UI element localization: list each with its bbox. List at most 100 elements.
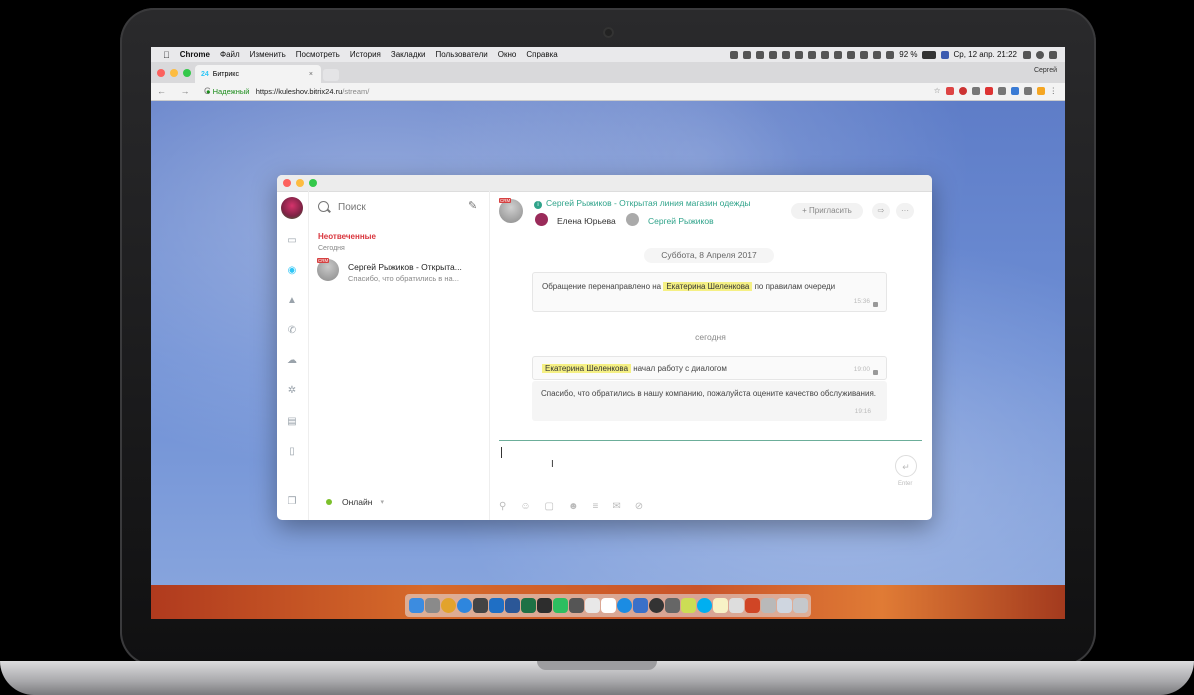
status-icon[interactable] (808, 50, 817, 59)
menu-edit[interactable]: Изменить (250, 50, 286, 59)
notes-icon[interactable] (712, 598, 728, 613)
status-icon[interactable] (743, 50, 752, 59)
app-icon[interactable] (680, 598, 696, 613)
phone-icon[interactable]: ✆ (286, 325, 298, 337)
transfer-icon[interactable]: ⇨ (872, 203, 890, 219)
menu-users[interactable]: Пользователи (436, 50, 488, 59)
menu-app-name[interactable]: Chrome (180, 50, 210, 59)
operator-mention[interactable]: Екатерина Шеленкова (663, 282, 753, 291)
app-icon[interactable] (648, 598, 664, 613)
safari-icon[interactable] (456, 598, 472, 613)
notification-center-icon[interactable] (1049, 50, 1057, 59)
extension-icon[interactable] (1010, 86, 1019, 95)
minimize-window-button[interactable] (170, 69, 178, 77)
wifi-icon[interactable] (860, 50, 869, 59)
app-icon[interactable] (472, 598, 488, 613)
bell-icon[interactable]: ▲ (286, 295, 298, 307)
more-icon[interactable]: ··· (896, 203, 914, 219)
battery-icon[interactable] (921, 50, 936, 59)
status-icon[interactable] (769, 50, 778, 59)
app-icon[interactable] (632, 598, 648, 613)
skype-icon[interactable] (696, 598, 712, 613)
battery-percent[interactable]: 92 % (899, 50, 917, 59)
excel-icon[interactable] (520, 598, 536, 613)
member-avatar[interactable] (626, 213, 639, 226)
extension-icon[interactable] (1023, 86, 1032, 95)
display-icon[interactable] (886, 50, 895, 59)
calendar-icon[interactable] (600, 598, 616, 613)
open-lines-icon[interactable]: ◉ (286, 265, 298, 277)
chat-icon[interactable]: ▭ (286, 235, 298, 247)
app-icon[interactable] (728, 598, 744, 613)
menu-help[interactable]: Справка (526, 50, 557, 59)
status-icon[interactable] (795, 50, 804, 59)
spotlight-icon[interactable] (1023, 50, 1031, 59)
close-window-button[interactable] (157, 69, 165, 77)
itunes-icon[interactable] (584, 598, 600, 613)
clock[interactable]: Ср, 12 апр. 21:22 (954, 50, 1018, 59)
user-icon[interactable]: ☺ (520, 501, 530, 512)
menu-window[interactable]: Окно (498, 50, 517, 59)
evernote-icon[interactable] (552, 598, 568, 613)
template-icon[interactable]: ≡ (593, 501, 599, 512)
menu-file[interactable]: Файл (220, 50, 240, 59)
member-avatar[interactable] (535, 213, 548, 226)
status-icon[interactable] (756, 50, 765, 59)
send-button[interactable]: ↵ (895, 455, 917, 477)
status-icon[interactable] (821, 50, 830, 59)
attach-icon[interactable]: ⚲ (499, 501, 506, 512)
compose-icon[interactable]: ✎ (468, 199, 480, 212)
profile-button[interactable]: Сергей (1034, 67, 1057, 74)
opera-icon[interactable] (958, 86, 967, 95)
apple-icon[interactable]:  (163, 50, 170, 60)
tab-close-icon[interactable]: × (309, 71, 313, 78)
pocket-icon[interactable] (984, 86, 993, 95)
app-icon[interactable] (536, 598, 552, 613)
app-icon[interactable] (568, 598, 584, 613)
menu-bookmarks[interactable]: Закладки (391, 50, 426, 59)
status-icon[interactable] (782, 50, 791, 59)
extension-icon[interactable] (971, 86, 980, 95)
user-avatar[interactable] (281, 197, 303, 219)
documents-icon[interactable]: ▯ (286, 446, 298, 458)
invite-button[interactable]: + Пригласить (791, 203, 863, 219)
extension-icon[interactable] (1036, 86, 1045, 95)
word-icon[interactable] (504, 598, 520, 613)
list-item[interactable]: CRM Сергей Рыжиков - Открыта... Спасибо,… (308, 253, 489, 287)
trash-icon[interactable] (792, 598, 808, 613)
messenger-minimize-button[interactable] (296, 179, 304, 187)
star-icon[interactable]: ☆ (934, 86, 941, 95)
status-selector[interactable]: Онлайн ▾ (326, 497, 384, 507)
member-name[interactable]: Сергей Рыжиков (648, 216, 714, 226)
status-icon[interactable] (847, 50, 856, 59)
menu-view[interactable]: Посмотреть (296, 50, 340, 59)
windows-icon[interactable]: ❐ (286, 496, 298, 508)
search-input[interactable] (336, 198, 460, 216)
quote-icon[interactable]: ▢ (545, 501, 554, 512)
chat-title[interactable]: i Сергей Рыжиков - Открытая линия магазин… (534, 198, 751, 209)
app-icon[interactable] (664, 598, 680, 613)
messenger-close-button[interactable] (283, 179, 291, 187)
finder-icon[interactable] (408, 598, 424, 613)
message-input[interactable] (499, 443, 883, 492)
browser-tab[interactable]: 24 Битрикс × (195, 65, 321, 83)
address-bar[interactable]: ● Надежный https://kuleshov.bitrix24.ru/… (206, 87, 369, 96)
chrome-icon[interactable] (440, 598, 456, 613)
documents-icon[interactable] (776, 598, 792, 613)
extension-icon[interactable] (997, 86, 1006, 95)
powerpoint-icon[interactable] (744, 598, 760, 613)
member-name[interactable]: Елена Юрьева (557, 216, 616, 226)
appstore-icon[interactable] (616, 598, 632, 613)
outlook-icon[interactable] (488, 598, 504, 613)
chat-icon[interactable]: ✉ (612, 501, 620, 512)
cloud-icon[interactable]: ☁ (286, 355, 298, 367)
smile-icon[interactable]: ☻ (568, 501, 579, 512)
zoom-window-button[interactable] (183, 69, 191, 77)
launchpad-icon[interactable] (424, 598, 440, 613)
hide-icon[interactable]: ⊘ (635, 501, 643, 512)
messenger-zoom-button[interactable] (309, 179, 317, 187)
status-icon[interactable] (834, 50, 843, 59)
volume-icon[interactable] (873, 50, 882, 59)
gmail-icon[interactable] (945, 86, 954, 95)
user-avatar-icon[interactable] (1036, 50, 1044, 59)
